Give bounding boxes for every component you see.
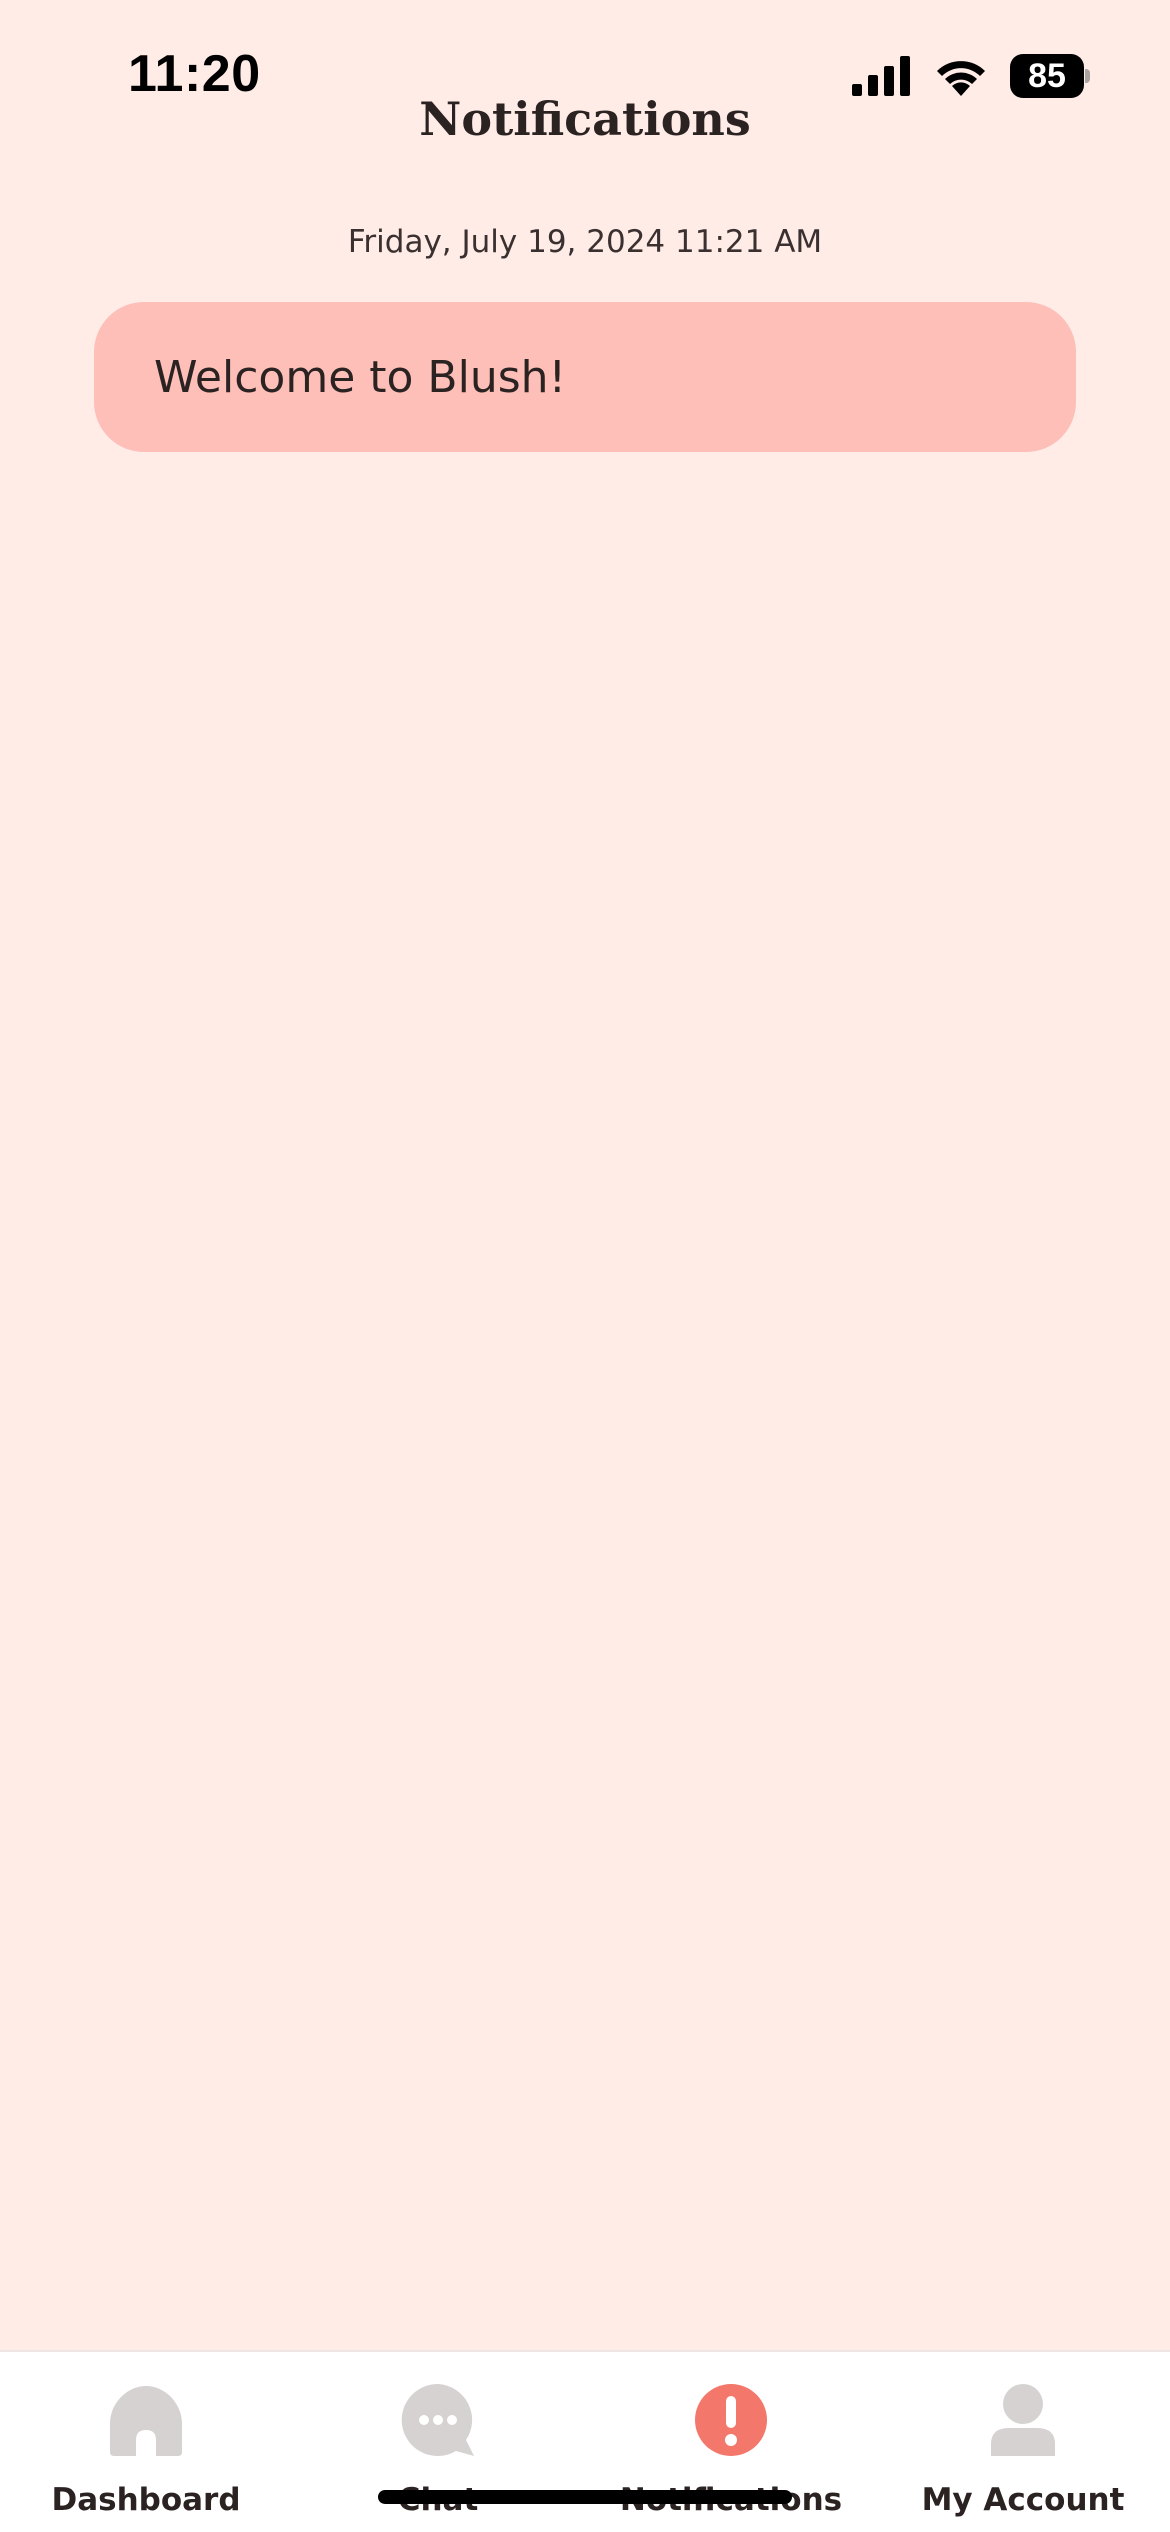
- tab-label-dashboard: Dashboard: [51, 2482, 241, 2518]
- tab-notifications[interactable]: Notifications: [585, 2352, 877, 2532]
- battery-cap: [1085, 69, 1090, 83]
- tab-bar: Dashboard Chat Notifications: [0, 2350, 1170, 2532]
- user-icon: [991, 2384, 1055, 2456]
- tab-dashboard[interactable]: Dashboard: [0, 2352, 292, 2532]
- notifications-screen: 11:20 85 Notifications Friday, July 19,: [0, 0, 1170, 2532]
- cellular-signal-icon: [852, 56, 910, 96]
- page-title: Notifications: [419, 92, 751, 146]
- battery-level: 85: [1028, 57, 1066, 95]
- notification-date: Friday, July 19, 2024 11:21 AM: [347, 224, 823, 260]
- home-icon: [110, 2386, 182, 2456]
- tab-my-account[interactable]: My Account: [877, 2352, 1169, 2532]
- notification-message: Welcome to Blush!: [154, 351, 567, 403]
- tab-chat[interactable]: Chat: [292, 2352, 584, 2532]
- home-indicator[interactable]: [378, 2490, 792, 2504]
- wifi-icon: [937, 61, 985, 96]
- notification-card[interactable]: Welcome to Blush!: [94, 302, 1076, 452]
- chat-icon: [401, 2383, 474, 2456]
- alert-icon: [695, 2384, 767, 2456]
- tab-label-my-account: My Account: [921, 2482, 1125, 2518]
